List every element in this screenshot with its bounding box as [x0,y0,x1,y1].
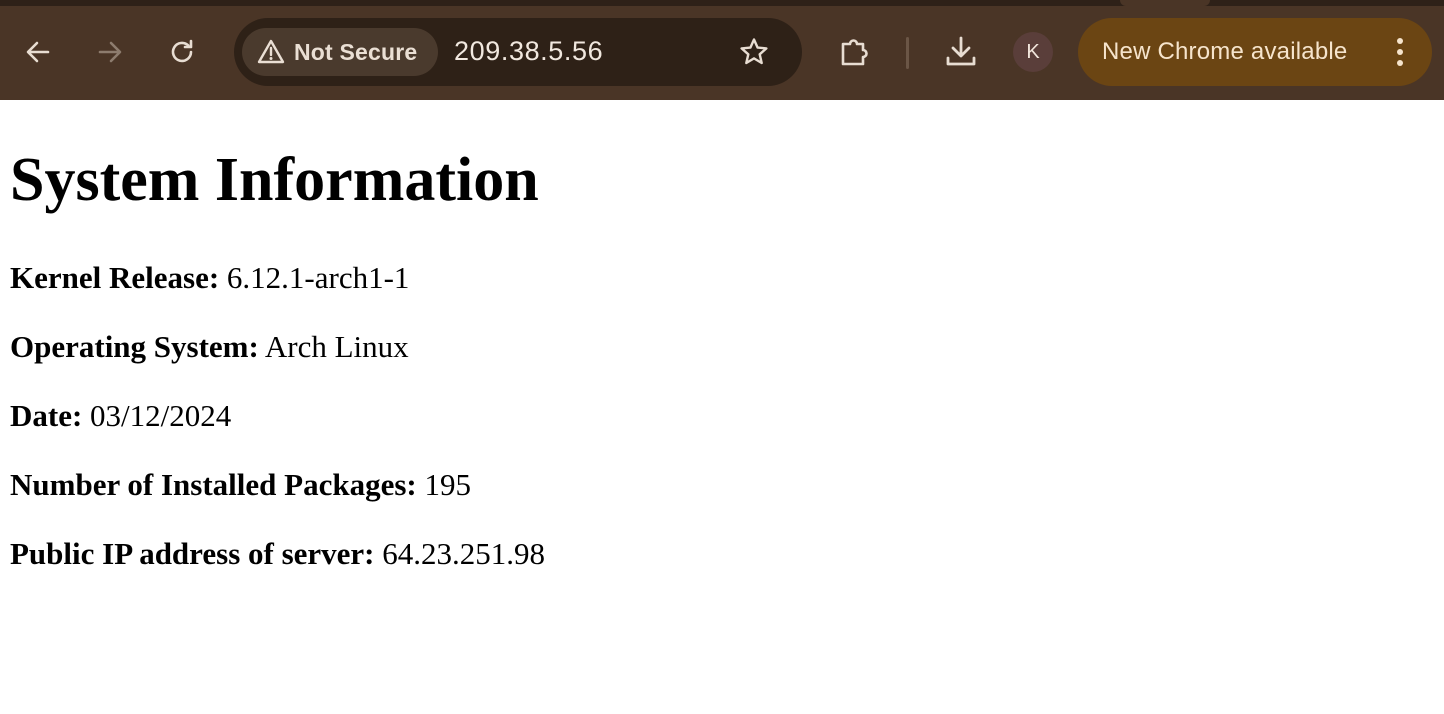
installed-packages-row: Number of Installed Packages: 195 [10,465,471,505]
download-icon [946,36,976,66]
info-label: Kernel Release: [10,260,220,295]
update-chrome-button[interactable]: New Chrome available [1078,18,1432,86]
downloads-button[interactable] [939,30,983,74]
reload-button[interactable] [160,30,204,74]
date-row: Date: 03/12/2024 [10,396,231,436]
page-content: System Information Kernel Release: 6.12.… [0,100,1444,714]
bookmark-button[interactable] [732,30,776,74]
active-tab-notch [1120,0,1210,6]
profile-avatar[interactable]: K [1013,32,1053,72]
kernel-release-row: Kernel Release: 6.12.1-arch1-1 [10,258,409,298]
info-value: 64.23.251.98 [382,536,546,571]
info-value: 195 [424,467,471,502]
address-bar[interactable]: Not Secure 209.38.5.56 [234,18,802,86]
tab-strip-edge [0,0,1444,6]
info-label: Date: [10,398,83,433]
arrow-left-icon [26,41,50,63]
back-button[interactable] [16,30,60,74]
reload-icon [171,39,193,63]
toolbar-divider [906,37,909,69]
three-dots-vertical-icon[interactable] [1386,35,1414,69]
info-value: 03/12/2024 [90,398,232,433]
browser-toolbar: Not Secure 209.38.5.56 K New Chrome avai… [0,0,1444,100]
info-value: Arch Linux [264,329,409,364]
arrow-right-icon [98,41,122,63]
info-label: Operating System: [10,329,259,364]
puzzle-icon [841,39,868,66]
update-label: New Chrome available [1102,38,1348,65]
security-indicator[interactable]: Not Secure [242,28,438,76]
page-title: System Information [10,146,539,214]
extensions-button[interactable] [832,30,876,74]
info-label: Number of Installed Packages: [10,467,417,502]
star-icon [740,38,768,65]
security-label: Not Secure [294,38,418,65]
operating-system-row: Operating System: Arch Linux [10,327,409,367]
info-label: Public IP address of server: [10,536,375,571]
warning-triangle-icon [256,37,286,67]
info-value: 6.12.1-arch1-1 [226,260,410,295]
url-text[interactable]: 209.38.5.56 [454,36,603,67]
forward-button[interactable] [88,30,132,74]
public-ip-row: Public IP address of server: 64.23.251.9… [10,534,545,574]
